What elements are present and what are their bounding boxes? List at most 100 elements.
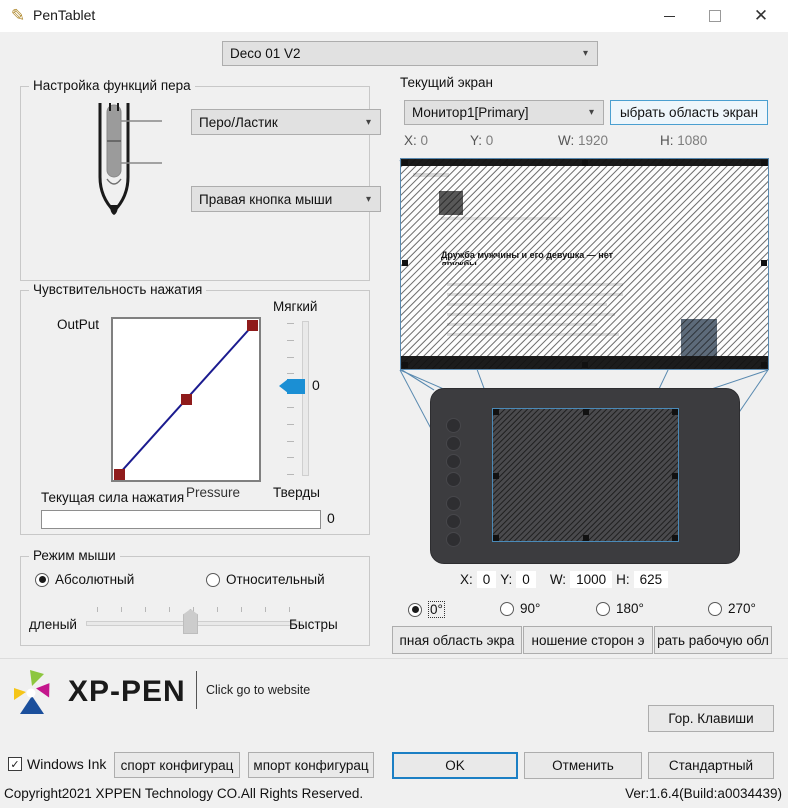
radio-dot-icon: [206, 573, 220, 587]
tablet-express-key: [446, 496, 461, 511]
tablet-express-key: [446, 418, 461, 433]
pen-barrel-button-value: Правая кнопка мыши: [192, 192, 366, 207]
website-tagline: Click go to website: [206, 683, 310, 697]
import-config-button[interactable]: мпорт конфигурац: [248, 752, 374, 778]
rotation-option-180-label: 180°: [616, 601, 644, 616]
radio-dot-icon: [408, 603, 422, 617]
pen-function-group-title: Настройка функций пера: [29, 78, 195, 93]
tablet-coord-h-value[interactable]: 625: [634, 571, 669, 588]
current-screen-group-title: Текущий экран: [400, 75, 493, 90]
pen-barrel-button-select[interactable]: Правая кнопка мыши ▾: [191, 186, 381, 212]
windows-ink-checkbox[interactable]: ✓ Windows Ink: [8, 756, 106, 772]
mouse-mode-group-title: Режим мыши: [29, 548, 120, 563]
pressure-slider-track[interactable]: [302, 321, 309, 476]
export-config-button[interactable]: спорт конфигурац: [114, 752, 240, 778]
tablet-dimensions-row: X: 0 Y: 0 W: 1000 H: 625: [460, 570, 700, 589]
speed-fast-label: Быстры: [289, 617, 338, 632]
pen-tip-function-value: Перо/Ластик: [192, 115, 366, 130]
title-bar: ✎ PenTablet ✕: [0, 0, 788, 32]
screen-coord-h: H: 1080: [660, 133, 707, 148]
tablet-coord-y-value[interactable]: 0: [516, 571, 536, 588]
tablet-express-key: [446, 532, 461, 547]
screen-coord-x-key: X:: [404, 133, 417, 148]
tablet-coord-x-key: X:: [460, 572, 473, 587]
full-screen-area-button[interactable]: пная область экра: [392, 626, 522, 654]
tablet-express-key: [446, 472, 461, 487]
screen-coord-y-value: 0: [486, 133, 494, 148]
screen-aspect-ratio-button[interactable]: ношение сторон э: [523, 626, 653, 654]
screen-coord-h-key: H:: [660, 133, 674, 148]
rotation-option-90[interactable]: 90°: [500, 601, 540, 616]
xp-pen-wordmark: XP-PEN: [68, 675, 186, 709]
radio-relative-mode[interactable]: Относительный: [206, 572, 325, 587]
screen-coord-w-value: 1920: [578, 133, 608, 148]
current-force-label: Текущая сила нажатия: [41, 490, 184, 505]
pen-tablet-icon: ✎: [8, 6, 28, 26]
chevron-down-icon: ▾: [366, 117, 371, 128]
screen-coord-x: X: 0: [404, 133, 428, 148]
ok-button[interactable]: OK: [392, 752, 518, 779]
radio-dot-icon: [35, 573, 49, 587]
pressure-sensitivity-group-title: Чувствительность нажатия: [29, 282, 206, 297]
maximize-icon: [709, 10, 721, 22]
tablet-coord-x-value[interactable]: 0: [477, 571, 497, 588]
xp-pen-logo-icon: [10, 668, 62, 716]
rotation-option-270[interactable]: 270°: [708, 601, 756, 616]
screen-selection-hatch: [401, 159, 768, 369]
rotation-option-90-label: 90°: [520, 601, 540, 616]
select-screen-area-button[interactable]: ыбрать область экран: [610, 100, 768, 125]
tablet-active-area[interactable]: [492, 408, 679, 542]
pressure-slider-ticks: [287, 323, 296, 475]
device-select[interactable]: Deco 01 V2 ▾: [222, 41, 598, 66]
chevron-down-icon: ▾: [589, 107, 594, 118]
set-work-area-button[interactable]: рать рабочую обл: [654, 626, 772, 654]
pressure-sensitivity-group: Чувствительность нажатия OutPut Мягкий Т…: [20, 290, 370, 535]
minimize-button[interactable]: [646, 0, 692, 32]
monitor-select[interactable]: Монитор1[Primary] ▾: [404, 100, 604, 125]
tablet-coord-h-key: H:: [616, 572, 630, 587]
rotation-option-180[interactable]: 180°: [596, 601, 644, 616]
close-button[interactable]: ✕: [738, 0, 784, 32]
pen-tip-function-select[interactable]: Перо/Ластик ▾: [191, 109, 381, 135]
hotkeys-button[interactable]: Гор. Клавиши: [648, 705, 774, 732]
tablet-illustration[interactable]: [430, 388, 740, 564]
window-title: PenTablet: [33, 7, 95, 23]
pressure-axis-label: Pressure: [186, 485, 240, 500]
copyright-text: Copyright␲2021 XPPEN Technology CO.All R…: [4, 786, 363, 801]
soft-label: Мягкий: [273, 299, 317, 314]
tablet-coord-y-key: Y:: [500, 572, 512, 587]
cancel-button[interactable]: Отменить: [524, 752, 642, 779]
version-text: Ver:1.6.4(Build:a0034439): [625, 786, 782, 801]
slider-thumb-body: [287, 379, 305, 394]
monitor-select-value: Монитор1[Primary]: [405, 105, 589, 120]
screen-coord-w: W: 1920: [558, 133, 608, 148]
device-select-value: Deco 01 V2: [223, 46, 583, 61]
pen-illustration-svg: [66, 101, 186, 216]
tablet-area-hatch: [493, 409, 678, 541]
default-button[interactable]: Стандартный: [648, 752, 774, 779]
current-force-value: 0: [327, 510, 335, 526]
pressure-curve-chart[interactable]: [111, 317, 261, 482]
rotation-option-0[interactable]: 0°: [408, 601, 445, 618]
footer-divider: [0, 658, 788, 659]
screen-area-preview[interactable]: Дружба мужчины и его девушка — нет дружб…: [400, 158, 769, 370]
screen-coord-y: Y: 0: [470, 133, 493, 148]
tablet-coord-w-value[interactable]: 1000: [570, 571, 612, 588]
xp-pen-logo-link[interactable]: XP-PEN Click go to website: [10, 668, 390, 716]
screen-coord-x-value: 0: [421, 133, 429, 148]
speed-slow-label: дленый: [29, 617, 77, 632]
radio-absolute-mode[interactable]: Абсолютный: [35, 572, 134, 587]
checkbox-check-icon: ✓: [8, 757, 22, 771]
maximize-button[interactable]: [692, 0, 738, 32]
tablet-express-key: [446, 514, 461, 529]
pen-diagram: [66, 101, 186, 211]
radio-absolute-label: Абсолютный: [55, 572, 134, 587]
current-force-bar: [41, 510, 321, 529]
close-icon: ✕: [754, 8, 768, 25]
screen-coord-w-key: W:: [558, 133, 574, 148]
chevron-down-icon: ▾: [583, 48, 588, 59]
pen-function-group: Настройка функций пера Перо/Ластик ▾ Пра…: [20, 86, 370, 281]
radio-relative-label: Относительный: [226, 572, 325, 587]
screen-coord-h-value: 1080: [677, 133, 707, 148]
hard-label: Тверды: [273, 485, 320, 500]
